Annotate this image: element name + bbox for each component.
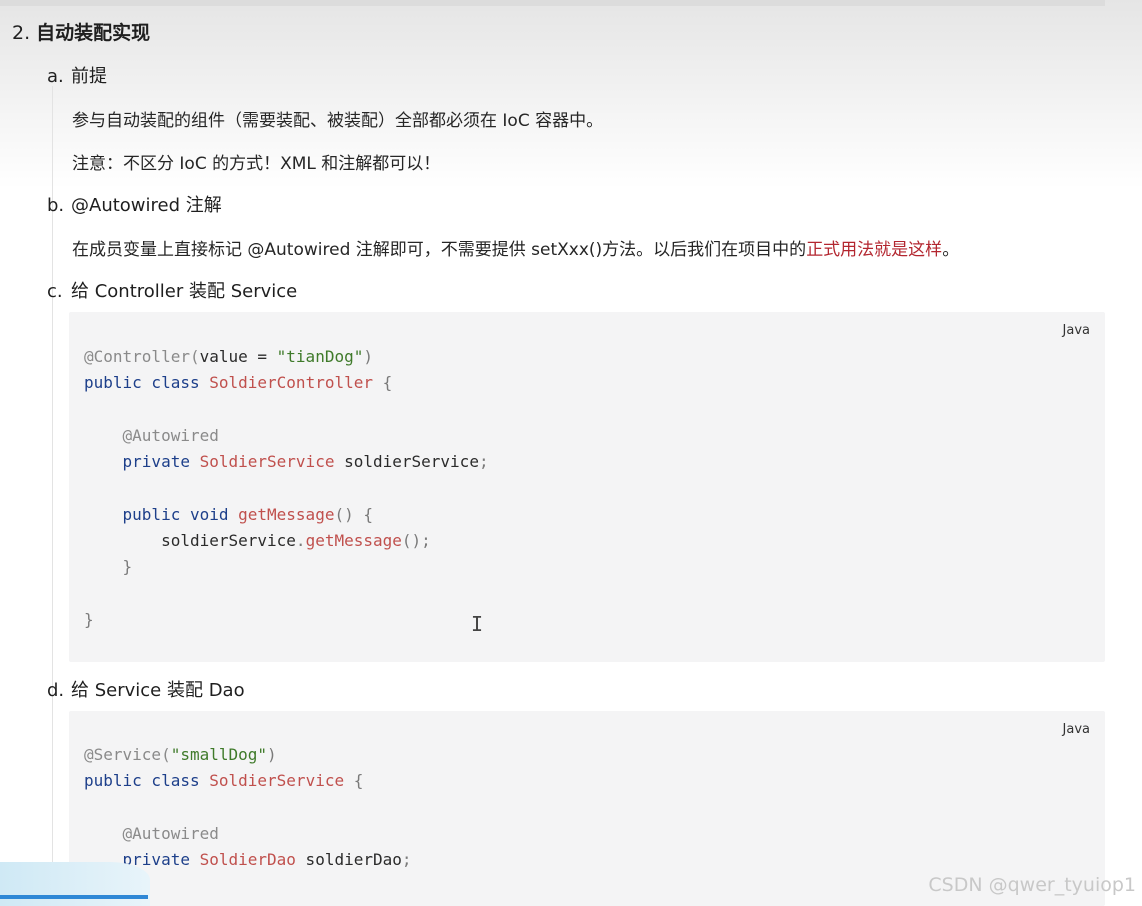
code-token: (); [401,531,431,551]
section-number: 2. [12,22,31,44]
list-marker: b. [47,195,65,216]
code-token: . [295,531,306,551]
code-token: private [122,452,200,472]
list-item-title: 给 Controller 装配 Service [71,281,298,302]
code-token: @Autowired [122,425,219,445]
list-marker: d. [47,680,65,701]
highlight-text: 正式用法就是这样 [806,240,943,260]
code-language-label: Java [1062,722,1090,737]
decorative-wave [0,862,150,906]
code-token: @Service( [84,745,171,764]
code-token: ; [401,850,412,870]
list-item-title: 给 Service 装配 Dao [71,680,245,701]
code-token: { [373,373,393,393]
code-token: ) [363,347,373,366]
list-marker: c. [47,281,63,302]
list-item-title: @Autowired 注解 [71,195,222,216]
code-token: public class [84,373,210,393]
progress-line [0,895,148,899]
list-item-d: d. 给 Service 装配 Dao [47,676,245,702]
code-token: () { [334,504,373,524]
paragraph-prerequisite: 参与自动装配的组件（需要装配、被装配）全部都必须在 IoC 容器中。 [72,111,604,131]
code-token: } [122,557,133,577]
paragraph-text: 在成员变量上直接标记 @Autowired 注解即可，不需要提供 setXxx(… [72,240,807,260]
code-token: getMessage [238,504,335,524]
code-content[interactable]: @Controller(value = "tianDog") public cl… [84,344,489,633]
code-token: value = [199,347,277,366]
watermark: CSDN @qwer_tyuiop1 [928,874,1136,896]
code-block-controller[interactable]: Java @Controller(value = "tianDog") publ… [69,312,1105,662]
code-token: { [344,771,364,791]
code-token: ) [267,745,277,764]
code-token: @Autowired [122,823,219,843]
code-content[interactable]: @Service("smallDog") public class Soldie… [84,742,412,873]
list-marker: a. [47,66,64,87]
code-token: soldierService [161,531,296,551]
code-token: } [84,609,94,629]
code-token: @Controller( [84,347,200,366]
list-item-c: c. 给 Controller 装配 Service [47,277,297,303]
code-token: "tianDog" [276,347,364,366]
paragraph-note: 注意：不区分 IoC 的方式！XML 和注解都可以！ [72,154,441,174]
list-item-a: a. 前提 [47,62,107,88]
code-token: SoldierDao [199,850,296,870]
code-token: SoldierController [209,373,373,393]
paragraph-end: 。 [942,240,960,260]
code-token: ; [478,452,489,472]
code-token: "smallDog" [170,745,268,764]
top-scroll-edge [0,0,1105,6]
code-token: SoldierService [209,771,345,791]
code-token: SoldierService [199,452,335,472]
code-token: getMessage [305,531,402,551]
code-token: public void [122,504,239,524]
code-token: soldierService [334,452,479,472]
text-cursor-icon: I [471,612,484,636]
code-token: public class [84,771,210,791]
code-language-label: Java [1062,323,1090,338]
section-heading: 2. 自动装配实现 [12,18,150,45]
paragraph-autowired: 在成员变量上直接标记 @Autowired 注解即可，不需要提供 setXxx(… [72,235,959,260]
code-token: soldierDao [295,850,402,870]
list-item-title: 前提 [71,66,107,87]
section-title: 自动装配实现 [36,22,151,44]
list-item-b: b. @Autowired 注解 [47,191,222,217]
